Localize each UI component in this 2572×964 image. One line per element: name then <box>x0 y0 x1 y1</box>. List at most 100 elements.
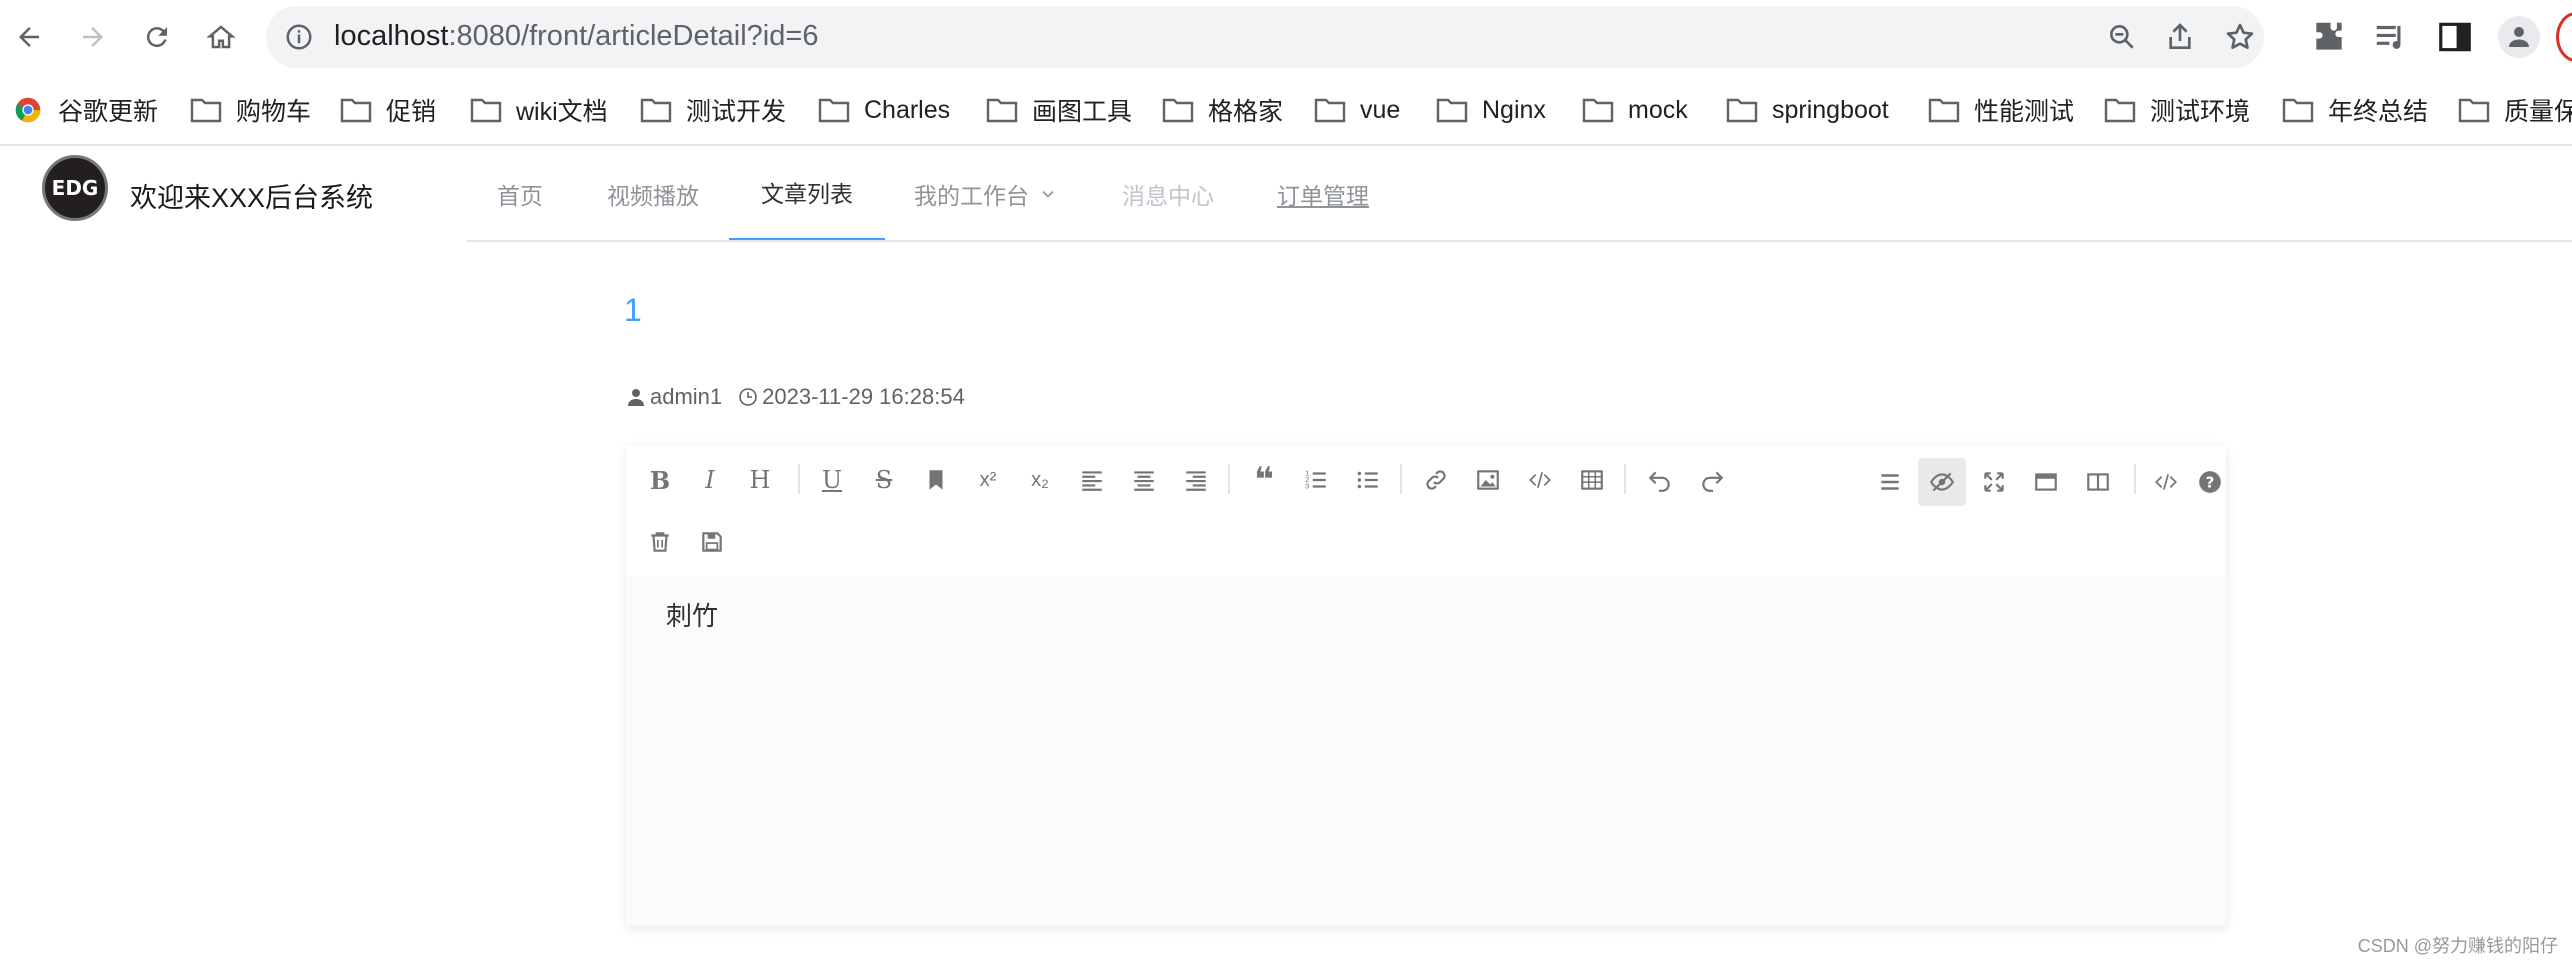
fullscreen-icon[interactable] <box>1970 458 2018 506</box>
bookmark-folder[interactable]: 质量保 <box>2458 90 2572 130</box>
bookmark-folder[interactable]: vue <box>1314 90 1400 130</box>
address-bar[interactable]: localhost:8080/front/articleDetail?id=6 <box>266 6 2264 68</box>
bookmarks-bar: 谷歌更新 购物车 促销 wiki文档 测试开发 Charles 画图工具 格格家… <box>0 84 2572 134</box>
url-text[interactable]: localhost:8080/front/articleDetail?id=6 <box>334 20 818 53</box>
folder-icon <box>818 98 850 123</box>
undo-icon[interactable] <box>1636 456 1684 504</box>
bookmark-label: Charles <box>864 95 951 124</box>
quote-icon[interactable]: ❝ <box>1240 456 1288 504</box>
star-icon[interactable] <box>2224 21 2256 53</box>
home-icon <box>206 25 236 49</box>
bookmark-folder[interactable]: Nginx <box>1436 90 1546 130</box>
folder-icon <box>1314 98 1346 123</box>
underline-icon[interactable]: U <box>808 456 856 504</box>
bookmark-label: mock <box>1628 95 1688 124</box>
align-left-icon[interactable] <box>1068 456 1116 504</box>
link-icon[interactable] <box>1412 456 1460 504</box>
share-icon[interactable] <box>2164 21 2196 53</box>
trash-icon[interactable] <box>636 518 684 566</box>
menu-label: 消息中心 <box>1122 183 1214 209</box>
subscript-icon[interactable]: x₂ <box>1016 456 1064 504</box>
bookmark-label: 促销 <box>386 98 437 126</box>
folder-icon <box>2282 98 2314 123</box>
strikethrough-icon[interactable]: S <box>860 456 908 504</box>
heading-icon[interactable]: H <box>736 456 784 504</box>
table-icon[interactable] <box>1568 456 1616 504</box>
forward-button[interactable] <box>70 14 116 60</box>
superscript-icon[interactable]: x² <box>964 456 1012 504</box>
bookmark-label: 谷歌更新 <box>58 98 159 126</box>
menu-item-home[interactable]: 首页 <box>497 146 543 242</box>
help-icon[interactable]: ? <box>2194 458 2226 506</box>
bookmark-folder[interactable]: 测试开发 <box>640 90 786 130</box>
bookmark-folder[interactable]: 画图工具 <box>986 90 1132 130</box>
menu-badge[interactable] <box>2556 12 2572 62</box>
folder-icon <box>1162 98 1194 123</box>
bookmark-folder[interactable]: 测试环境 <box>2104 90 2250 130</box>
bookmark-folder[interactable]: 年终总结 <box>2282 90 2428 130</box>
menu-item-orders[interactable]: 订单管理 <box>1277 146 1369 242</box>
menu-label: 首页 <box>497 183 543 209</box>
bookmark-label: vue <box>1360 95 1401 124</box>
split-view-icon[interactable] <box>2074 458 2122 506</box>
align-center-icon[interactable] <box>1120 456 1168 504</box>
menu-underline <box>467 240 2572 242</box>
bookmark-folder[interactable]: springboot <box>1726 90 1889 130</box>
menu-item-workbench[interactable]: 我的工作台 <box>914 146 1055 242</box>
menu-label: 视频播放 <box>607 183 699 209</box>
bookmark-label: 测试开发 <box>686 98 787 126</box>
bookmark-label: 测试环境 <box>2150 98 2251 126</box>
bookmark-label: Nginx <box>1482 95 1546 124</box>
extensions-icon[interactable] <box>2310 18 2348 56</box>
clock-icon <box>739 388 757 406</box>
info-icon[interactable] <box>284 22 314 52</box>
bookmark-label: 画图工具 <box>1032 98 1133 126</box>
bookmark-item[interactable]: 谷歌更新 <box>12 90 158 130</box>
watermark: CSDN @努力赚钱的阳仔 <box>2357 936 2558 956</box>
bookmark-folder[interactable]: wiki文档 <box>470 90 608 130</box>
editor-content[interactable]: 刺竹 <box>666 596 718 633</box>
zoom-icon[interactable] <box>2106 21 2138 53</box>
profile-avatar[interactable] <box>2498 16 2540 58</box>
folder-icon <box>470 98 502 123</box>
bookmark-label: 性能测试 <box>1974 98 2075 126</box>
bookmark-folder[interactable]: 格格家 <box>1162 90 1283 130</box>
preview-toggle-icon[interactable] <box>1918 458 1966 506</box>
bookmark-label: wiki文档 <box>516 98 608 126</box>
html-code-icon[interactable] <box>2142 458 2190 506</box>
article-meta: admin1 2023-11-29 16:28:54 <box>626 384 965 410</box>
align-right-icon[interactable] <box>1172 456 1220 504</box>
ordered-list-icon[interactable]: 123 <box>1292 456 1340 504</box>
bold-icon[interactable]: B <box>636 456 684 504</box>
bookmark-folder[interactable]: mock <box>1582 90 1688 130</box>
browser-toolbar: localhost:8080/front/articleDetail?id=6 <box>0 0 2572 74</box>
bookmark-folder[interactable]: 性能测试 <box>1928 90 2074 130</box>
unordered-list-icon[interactable] <box>1344 456 1392 504</box>
folder-icon <box>986 98 1018 123</box>
reload-button[interactable] <box>134 14 180 60</box>
navigation-icon[interactable] <box>1866 458 1914 506</box>
italic-icon[interactable]: I <box>686 456 734 504</box>
bookmark-folder[interactable]: 购物车 <box>190 90 311 130</box>
url-host: localhost <box>334 20 449 52</box>
arrow-right-icon <box>83 27 103 47</box>
back-button[interactable] <box>6 14 52 60</box>
menu-item-video[interactable]: 视频播放 <box>607 146 699 242</box>
mark-icon[interactable] <box>912 456 960 504</box>
site-title: 欢迎来XXX后台系统 <box>130 183 374 213</box>
side-panel-icon[interactable] <box>2436 18 2474 56</box>
folder-icon <box>2104 98 2136 123</box>
image-icon[interactable] <box>1464 456 1512 504</box>
logo-text: EDG <box>51 176 99 200</box>
save-icon[interactable] <box>688 518 736 566</box>
media-icon[interactable] <box>2372 18 2410 56</box>
bookmark-label: 购物车 <box>236 98 312 126</box>
site-logo[interactable]: EDG <box>42 155 108 221</box>
bookmark-folder[interactable]: 促销 <box>340 90 436 130</box>
code-icon[interactable] <box>1516 456 1564 504</box>
home-button[interactable] <box>198 14 244 60</box>
menu-item-articles[interactable]: 文章列表 <box>729 146 885 242</box>
redo-icon[interactable] <box>1688 456 1736 504</box>
bookmark-folder[interactable]: Charles <box>818 90 950 130</box>
window-icon[interactable] <box>2022 458 2070 506</box>
